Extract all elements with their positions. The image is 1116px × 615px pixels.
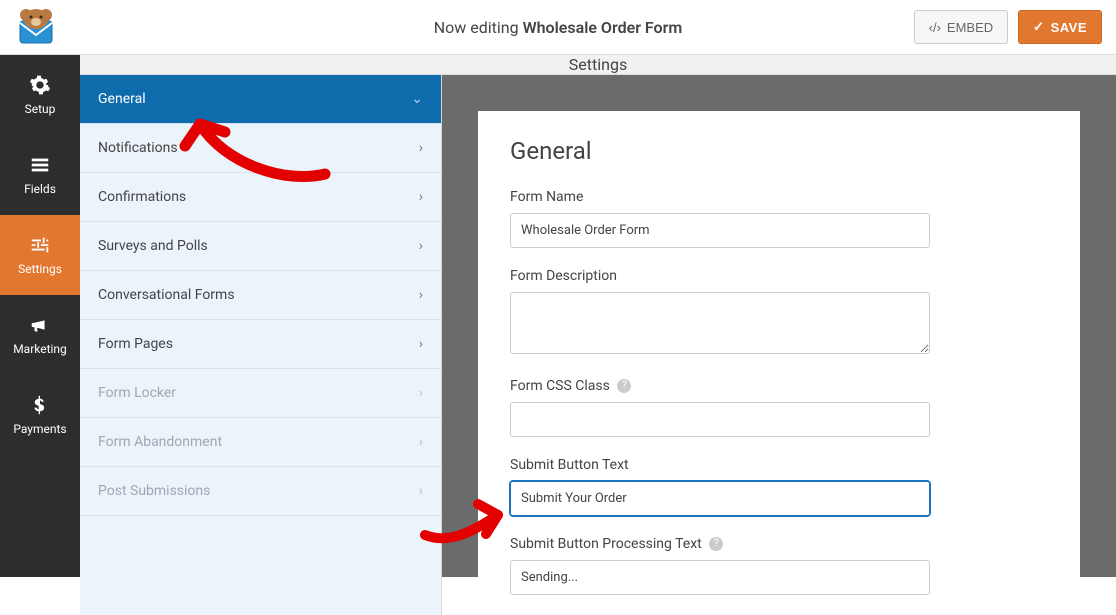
- help-icon[interactable]: ?: [617, 379, 631, 393]
- field-submit-text: Submit Button Text: [510, 457, 1048, 516]
- side-item-label: Form Locker: [98, 385, 176, 401]
- main-layout: Setup Fields Settings Marketing Payments…: [0, 55, 1116, 577]
- nav-marketing[interactable]: Marketing: [0, 295, 80, 375]
- form-desc-label: Form Description: [510, 268, 1048, 284]
- nav-fields[interactable]: Fields: [0, 135, 80, 215]
- side-item-conversational[interactable]: Conversational Forms ›: [80, 271, 441, 320]
- nav-payments-label: Payments: [13, 422, 66, 436]
- save-label: SAVE: [1051, 20, 1087, 35]
- help-icon[interactable]: ?: [709, 537, 723, 551]
- submit-processing-input[interactable]: [510, 560, 930, 595]
- side-item-confirmations[interactable]: Confirmations ›: [80, 173, 441, 222]
- form-css-input[interactable]: [510, 402, 930, 437]
- general-panel: General Form Name Form Description Form …: [478, 111, 1080, 615]
- editing-title: Now editing Wholesale Order Form: [434, 18, 683, 37]
- side-item-form-locker[interactable]: Form Locker ›: [80, 369, 441, 418]
- field-form-description: Form Description: [510, 268, 1048, 358]
- chevron-right-icon: ›: [419, 434, 423, 450]
- megaphone-icon: [29, 314, 51, 336]
- chevron-right-icon: ›: [419, 483, 423, 499]
- sliders-icon: [29, 234, 51, 256]
- content: Settings General ⌄ Notifications › Confi…: [80, 55, 1116, 577]
- left-nav: Setup Fields Settings Marketing Payments: [0, 55, 80, 577]
- field-form-name: Form Name: [510, 189, 1048, 248]
- chevron-right-icon: ›: [419, 238, 423, 254]
- form-css-label-text: Form CSS Class: [510, 378, 610, 394]
- form-desc-textarea[interactable]: [510, 292, 930, 354]
- nav-settings[interactable]: Settings: [0, 215, 80, 295]
- nav-setup-label: Setup: [25, 102, 56, 116]
- side-item-form-pages[interactable]: Form Pages ›: [80, 320, 441, 369]
- side-item-label: General: [98, 91, 146, 107]
- editing-form-name: Wholesale Order Form: [523, 18, 683, 37]
- chevron-right-icon: ›: [419, 287, 423, 303]
- top-actions: ‹/› EMBED ✓ SAVE: [914, 10, 1102, 44]
- side-item-general[interactable]: General ⌄: [80, 75, 441, 124]
- save-button[interactable]: ✓ SAVE: [1018, 10, 1102, 44]
- content-body: General ⌄ Notifications › Confirmations …: [80, 75, 1116, 615]
- dollar-icon: [29, 394, 51, 416]
- side-item-post-submissions[interactable]: Post Submissions ›: [80, 467, 441, 516]
- chevron-right-icon: ›: [419, 140, 423, 156]
- nav-settings-label: Settings: [18, 262, 62, 276]
- app-logo: [14, 5, 58, 49]
- list-icon: [29, 154, 51, 176]
- submit-text-input[interactable]: [510, 481, 930, 516]
- form-css-label: Form CSS Class ?: [510, 378, 1048, 394]
- gear-icon: [29, 74, 51, 96]
- content-header: Settings: [80, 55, 1116, 75]
- chevron-right-icon: ›: [419, 336, 423, 352]
- field-form-css: Form CSS Class ?: [510, 378, 1048, 437]
- side-item-label: Notifications: [98, 140, 178, 156]
- embed-button[interactable]: ‹/› EMBED: [914, 10, 1009, 44]
- submit-text-label: Submit Button Text: [510, 457, 1048, 473]
- form-name-label: Form Name: [510, 189, 1048, 205]
- side-item-label: Conversational Forms: [98, 287, 235, 303]
- form-name-input[interactable]: [510, 213, 930, 248]
- side-item-label: Form Pages: [98, 336, 173, 352]
- check-icon: ✓: [1033, 19, 1044, 35]
- chevron-right-icon: ›: [419, 189, 423, 205]
- submit-processing-label: Submit Button Processing Text ?: [510, 536, 1048, 552]
- nav-marketing-label: Marketing: [13, 342, 67, 356]
- nav-fields-label: Fields: [24, 182, 56, 196]
- panel-heading: General: [510, 137, 1048, 165]
- editing-prefix: Now editing: [434, 18, 523, 37]
- chevron-right-icon: ›: [419, 385, 423, 401]
- side-item-label: Form Abandonment: [98, 434, 222, 450]
- field-submit-processing: Submit Button Processing Text ?: [510, 536, 1048, 595]
- chevron-down-icon: ⌄: [411, 91, 423, 107]
- code-icon: ‹/›: [929, 20, 941, 35]
- settings-side-menu: General ⌄ Notifications › Confirmations …: [80, 75, 442, 615]
- side-item-label: Surveys and Polls: [98, 238, 208, 254]
- side-item-label: Post Submissions: [98, 483, 210, 499]
- side-item-notifications[interactable]: Notifications ›: [80, 124, 441, 173]
- nav-payments[interactable]: Payments: [0, 375, 80, 455]
- side-item-surveys[interactable]: Surveys and Polls ›: [80, 222, 441, 271]
- side-item-label: Confirmations: [98, 189, 186, 205]
- embed-label: EMBED: [947, 20, 993, 35]
- submit-processing-label-text: Submit Button Processing Text: [510, 536, 702, 552]
- panel-wrap: General Form Name Form Description Form …: [442, 75, 1116, 615]
- side-item-form-abandonment[interactable]: Form Abandonment ›: [80, 418, 441, 467]
- top-bar: Now editing Wholesale Order Form ‹/› EMB…: [0, 0, 1116, 55]
- nav-setup[interactable]: Setup: [0, 55, 80, 135]
